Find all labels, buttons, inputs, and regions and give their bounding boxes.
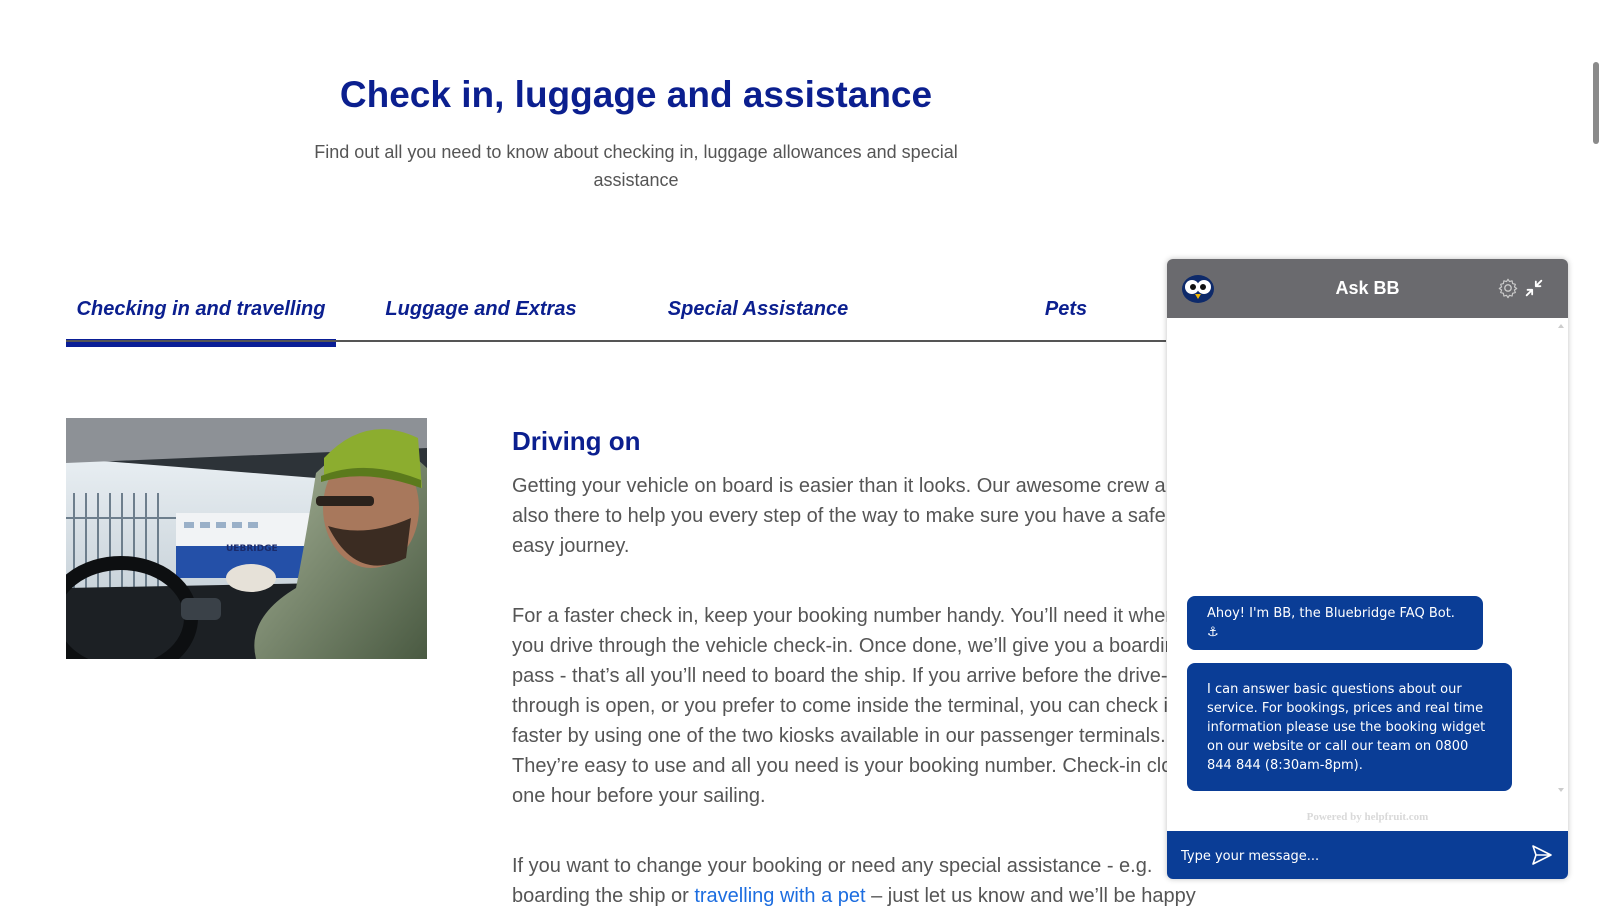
chat-input-bar [1167, 831, 1568, 879]
bot-avatar-icon [1182, 275, 1214, 303]
settings-gear-icon[interactable] [1497, 277, 1519, 299]
page-subtitle: Find out all you need to know about chec… [314, 142, 958, 190]
chat-header: Ask BB [1167, 259, 1568, 318]
bot-message-info: I can answer basic questions about our s… [1187, 663, 1512, 791]
page: Check in, luggage and assistance Find ou… [0, 0, 1601, 907]
driver-in-car-photo: UEBRIDGE [66, 418, 427, 659]
tab-bar: Checking in and travelling Luggage and E… [66, 279, 1166, 347]
chat-scroll-up-icon[interactable] [1558, 324, 1564, 328]
page-scrollbar-thumb[interactable] [1593, 62, 1599, 144]
tab-pets[interactable]: Pets [1006, 279, 1126, 339]
section-heading: Driving on [512, 426, 641, 456]
tab-luggage[interactable]: Luggage and Extras [356, 279, 606, 339]
chat-message-input[interactable] [1179, 841, 1523, 871]
chat-messages-area[interactable]: Ahoy! I'm BB, the Bluebridge FAQ Bot. ⚓ … [1167, 318, 1568, 818]
tab-divider [66, 340, 1166, 342]
bot-message-greeting: Ahoy! I'm BB, the Bluebridge FAQ Bot. ⚓ [1187, 596, 1483, 650]
paragraph-changes-text-b: – just let us know and we’ll be happy [865, 885, 1196, 907]
section-content: Driving on Getting your vehicle on board… [512, 426, 1212, 907]
paragraph-check-in: For a faster check in, keep your booking… [512, 605, 1204, 807]
tab-checking-in[interactable]: Checking in and travelling [66, 279, 336, 347]
paragraph-changes: If you want to change your booking or ne… [512, 851, 1212, 907]
travelling-with-pet-link[interactable]: travelling with a pet [694, 885, 865, 907]
chat-scroll-down-icon[interactable] [1558, 788, 1564, 792]
chat-widget: Ask BB Ahoy! I'm BB, the Bluebridge FAQ … [1167, 259, 1568, 879]
send-icon[interactable] [1530, 843, 1554, 867]
ship-name-text: UEBRIDGE [226, 544, 278, 554]
page-scrollbar[interactable] [1591, 0, 1601, 907]
minimize-chat-icon[interactable] [1523, 277, 1545, 299]
tab-special-assistance[interactable]: Special Assistance [628, 279, 888, 339]
powered-by-link[interactable]: Powered by helpfruit.com [1167, 811, 1568, 823]
paragraph-intro: Getting your vehicle on board is easier … [512, 475, 1205, 557]
page-title: Check in, luggage and assistance [339, 74, 933, 115]
